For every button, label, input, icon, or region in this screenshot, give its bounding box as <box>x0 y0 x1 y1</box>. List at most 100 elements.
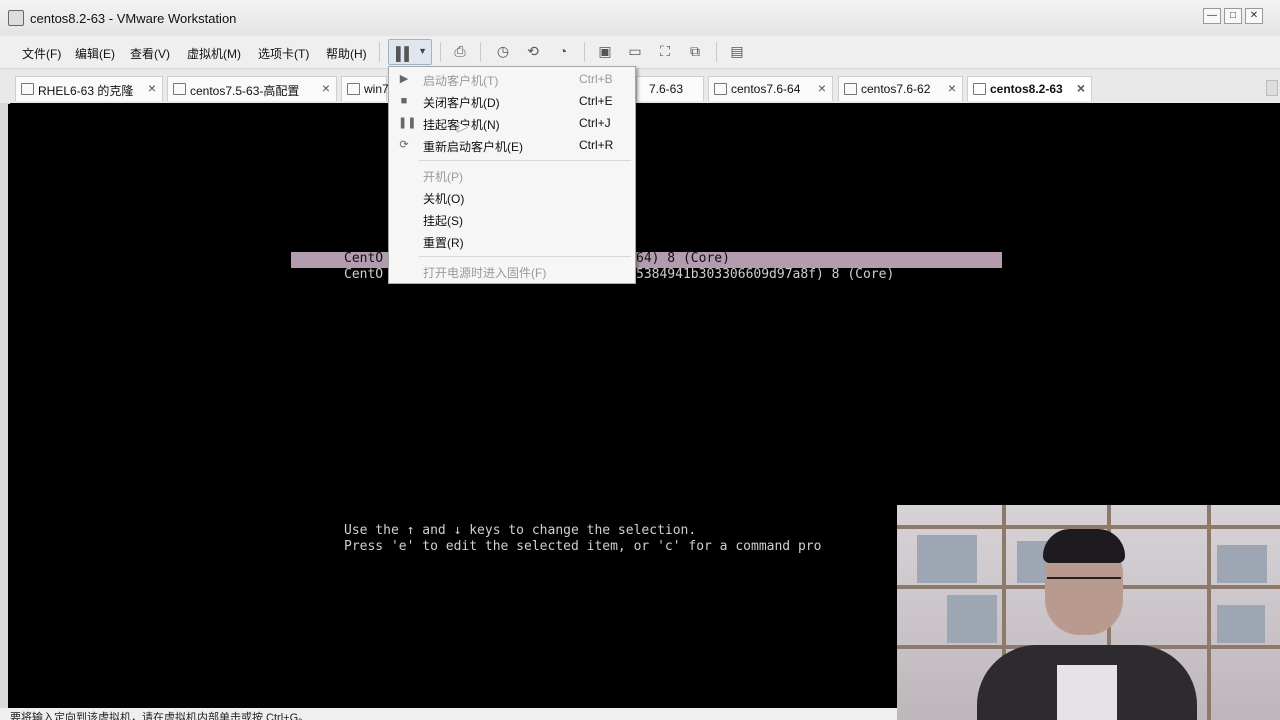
snapshot-manager-icon[interactable]: ◔ <box>552 40 574 62</box>
menu-separator <box>419 160 631 161</box>
tab-rhel6-63-clone[interactable]: RHEL6-63 的克隆 × <box>15 76 163 101</box>
menu-file[interactable]: 文件(F) <box>22 45 61 62</box>
tab-label: centos7.6-62 <box>861 82 931 96</box>
fullscreen-icon[interactable]: ⛶ <box>654 40 676 62</box>
menu-item-label: 重置(R) <box>423 236 464 250</box>
stop-icon: ■ <box>400 95 408 107</box>
revert-snapshot-icon[interactable]: ⟲ <box>522 40 544 62</box>
tab-label: 7.6-63 <box>649 82 684 96</box>
menu-power-on[interactable]: 开机(P) <box>389 164 635 186</box>
unity-icon[interactable]: ⧉ <box>684 40 706 62</box>
menu-bar: 文件(F) 编辑(E) 查看(V) 虚拟机(M) 选项卡(T) 帮助(H) ⎙ … <box>0 36 1280 69</box>
window-left-border <box>0 103 8 708</box>
tab-centos7-6-64[interactable]: centos7.6-64 × <box>708 76 833 101</box>
tab-win7[interactable]: win7 <box>341 76 389 101</box>
menu-item-label: 关闭客户机(D) <box>423 96 500 110</box>
presenter-hair <box>1043 529 1125 563</box>
grub-entry-1-end[interactable]: 64) 8 (Core) <box>636 251 730 266</box>
menu-item-label: 挂起(S) <box>423 214 463 228</box>
menu-power-on-to-firmware[interactable]: 打开电源时进入固件(F) <box>389 260 635 282</box>
window-title: centos8.2-63 - VMware Workstation <box>30 11 237 26</box>
close-icon[interactable]: × <box>1077 80 1085 96</box>
tab-label: win7 <box>364 82 389 96</box>
presenter-shirt <box>1057 665 1117 720</box>
toolbar-separator <box>379 42 380 62</box>
menu-restart-guest[interactable]: ⟳ 重新启动客户机(E) Ctrl+R <box>389 134 635 156</box>
shelf-post <box>1207 505 1211 720</box>
menu-edit[interactable]: 编辑(E) <box>75 45 115 62</box>
menu-item-shortcut: Ctrl+R <box>579 138 614 152</box>
tab-centos8-2-63[interactable]: centos8.2-63 × <box>967 76 1092 101</box>
menu-item-label: 开机(P) <box>423 170 463 184</box>
minimize-button[interactable]: — <box>1203 8 1221 24</box>
pause-icon: ▌▌ <box>396 46 413 61</box>
presenter-glasses <box>1047 577 1121 591</box>
tab-label: centos7.5-63-高配置 <box>190 84 300 98</box>
tab-scroll-button[interactable] <box>1266 80 1278 96</box>
grub-entry-2-end[interactable]: 5384941b303306609d97a8f) 8 (Core) <box>636 267 894 282</box>
menu-item-label: 重新启动客户机(E) <box>423 140 523 154</box>
menu-tabs[interactable]: 选项卡(T) <box>258 45 309 62</box>
close-icon[interactable]: × <box>148 80 156 96</box>
menu-item-shortcut: Ctrl+E <box>579 94 613 108</box>
grub-help-line-1: Use the ↑ and ↓ keys to change the selec… <box>344 523 697 538</box>
status-text: 要将输入定向到该虚拟机，请在虚拟机内部单击或按 Ctrl+G。 <box>10 712 310 720</box>
library-icon[interactable]: ▤ <box>726 40 748 62</box>
chevron-down-icon: ▼ <box>418 46 427 56</box>
webcam-overlay <box>897 505 1280 720</box>
tab-bar: RHEL6-63 的克隆 × centos7.5-63-高配置 × win7 7… <box>0 69 1280 104</box>
close-icon[interactable]: × <box>818 80 826 96</box>
menu-item-label: 启动客户机(T) <box>423 74 499 88</box>
grub-help-line-2: Press 'e' to edit the selected item, or … <box>344 539 822 554</box>
grub-entry-2-start[interactable]: CentO <box>344 267 383 282</box>
power-dropdown-button[interactable]: ▌▌ ▼ <box>388 39 432 65</box>
toolbar-separator <box>480 42 481 62</box>
power-dropdown-menu: ▶ 启动客户机(T) Ctrl+B ■ 关闭客户机(D) Ctrl+E ❚❚ 挂… <box>388 66 636 284</box>
menu-item-shortcut: Ctrl+B <box>579 72 613 86</box>
close-button[interactable]: ✕ <box>1245 8 1263 24</box>
console-view-icon[interactable]: ▣ <box>594 40 616 62</box>
tab-label: RHEL6-63 的克隆 <box>38 84 134 98</box>
menu-separator <box>419 256 631 257</box>
shelf-books <box>947 595 997 643</box>
tab-label: centos7.6-64 <box>731 82 801 96</box>
shelf-books <box>917 535 977 583</box>
menu-start-guest[interactable]: ▶ 启动客户机(T) Ctrl+B <box>389 68 635 90</box>
thumbnail-icon[interactable]: ▭ <box>624 40 646 62</box>
mouse-cursor-icon: ➤ <box>455 119 469 136</box>
pause-icon: ❚❚ <box>398 117 417 129</box>
vm-icon <box>714 83 727 95</box>
menu-suspend-guest[interactable]: ❚❚ 挂起客户机(N) Ctrl+J <box>389 112 635 134</box>
grub-entry-1-start[interactable]: CentO <box>344 251 383 266</box>
tab-centos7-5-63[interactable]: centos7.5-63-高配置 × <box>167 76 337 101</box>
vm-icon <box>973 83 986 95</box>
close-icon[interactable]: × <box>948 80 956 96</box>
vmware-app-icon <box>8 10 24 26</box>
tab-centos7-6-63[interactable]: 7.6-63 <box>636 76 704 101</box>
tab-centos7-6-62[interactable]: centos7.6-62 × <box>838 76 963 101</box>
toolbar-separator <box>440 42 441 62</box>
toolbar-separator <box>716 42 717 62</box>
snapshot-icon[interactable]: ◷ <box>492 40 514 62</box>
close-icon[interactable]: × <box>322 80 330 96</box>
vm-icon <box>173 83 186 95</box>
menu-item-shortcut: Ctrl+J <box>579 116 611 130</box>
vm-icon <box>21 83 34 95</box>
menu-vm[interactable]: 虚拟机(M) <box>187 45 241 62</box>
menu-view[interactable]: 查看(V) <box>130 45 170 62</box>
restart-icon: ⟳ <box>399 139 409 151</box>
menu-power-off[interactable]: 关机(O) <box>389 186 635 208</box>
maximize-button[interactable]: □ <box>1224 8 1242 24</box>
tab-label: centos8.2-63 <box>990 82 1063 96</box>
menu-help[interactable]: 帮助(H) <box>326 45 367 62</box>
menu-shutdown-guest[interactable]: ■ 关闭客户机(D) Ctrl+E <box>389 90 635 112</box>
send-keys-icon[interactable]: ⎙ <box>449 40 471 62</box>
menu-reset[interactable]: 重置(R) <box>389 230 635 252</box>
vm-icon <box>844 83 857 95</box>
title-bar: centos8.2-63 - VMware Workstation — □ ✕ <box>0 0 1280 36</box>
menu-suspend[interactable]: 挂起(S) <box>389 208 635 230</box>
vm-icon <box>347 83 360 95</box>
shelf-books <box>1217 545 1267 583</box>
toolbar-separator <box>584 42 585 62</box>
menu-item-label: 关机(O) <box>423 192 465 206</box>
